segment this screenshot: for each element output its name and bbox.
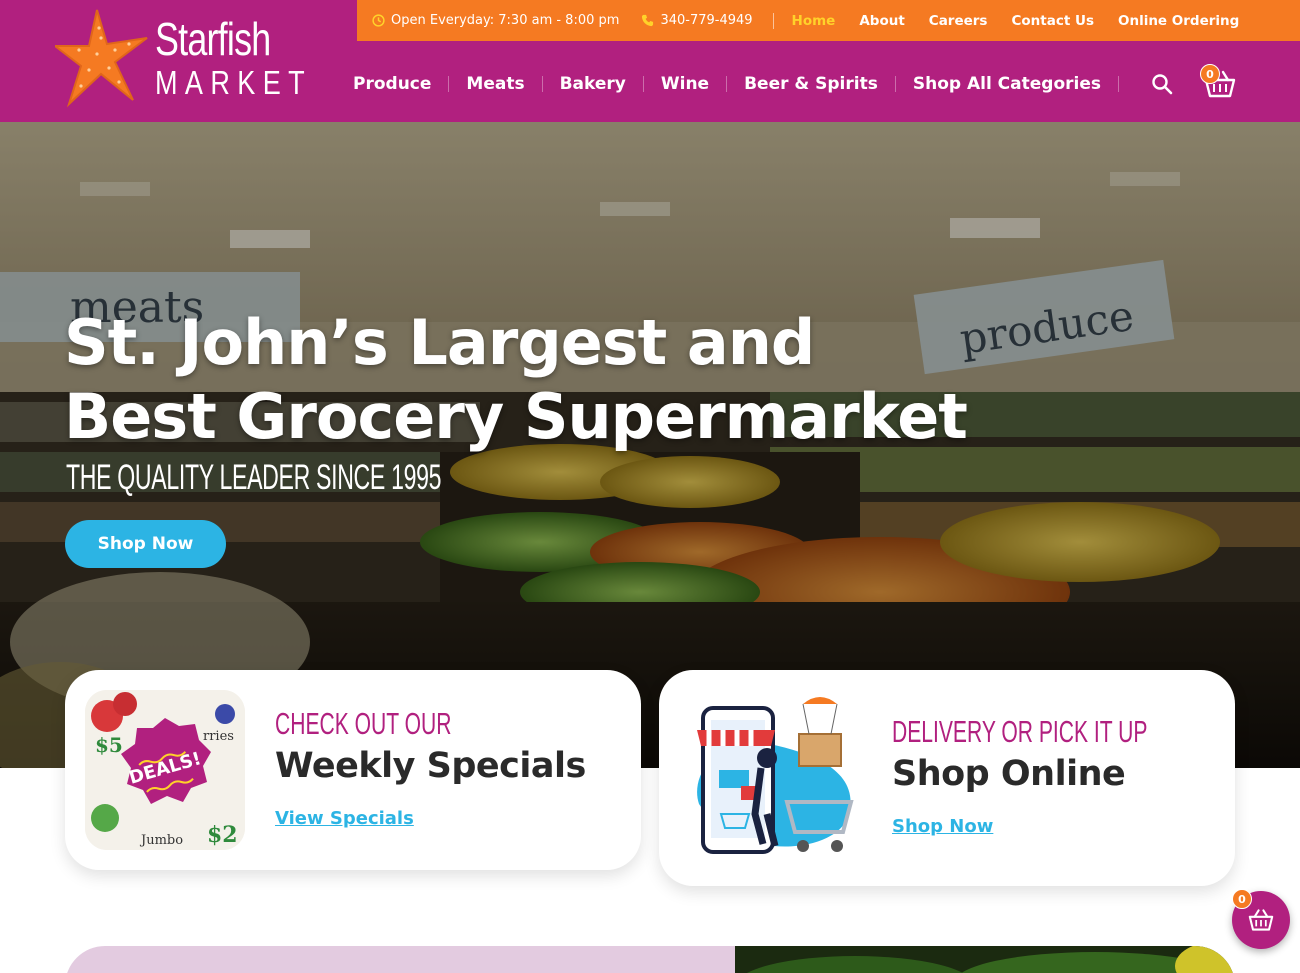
nav-beer-spirits[interactable]: Beer & Spirits xyxy=(744,74,878,94)
toplink-online-ordering[interactable]: Online Ordering xyxy=(1118,13,1239,29)
phone-text: 340-779-4949 xyxy=(660,13,753,28)
nav-divider xyxy=(541,76,543,92)
weekly-specials-card: $5 rries $2 Jumbo DEALS! CHECK OUT OUR W… xyxy=(65,670,641,870)
search-icon xyxy=(1152,74,1173,95)
toplink-about[interactable]: About xyxy=(859,13,904,29)
svg-text:rries: rries xyxy=(203,729,234,744)
next-section-panel-left xyxy=(65,946,735,973)
nav-produce[interactable]: Produce xyxy=(353,74,431,94)
hero-title: St. John’s Largest and Best Grocery Supe… xyxy=(64,306,968,454)
nav-divider xyxy=(894,76,896,92)
hero-shop-now-button[interactable]: Shop Now xyxy=(65,520,226,568)
nav-meats[interactable]: Meats xyxy=(466,74,524,94)
nav-wine[interactable]: Wine xyxy=(661,74,709,94)
cart-count-badge: 0 xyxy=(1200,64,1220,84)
floating-cart-button[interactable]: 0 xyxy=(1232,889,1290,949)
svg-text:Jumbo: Jumbo xyxy=(139,833,183,848)
header-cart-button[interactable]: 0 xyxy=(1200,64,1240,104)
site-header: Starfish MARKET Open Everyday: 7:30 am -… xyxy=(0,0,1300,122)
view-specials-link[interactable]: View Specials xyxy=(275,808,414,829)
store-phone[interactable]: 340-779-4949 xyxy=(641,13,753,28)
logo-wordmark: Starfish MARKET xyxy=(155,14,347,100)
produce-photo xyxy=(746,946,1235,973)
logo-line1: Starfish xyxy=(155,13,271,65)
floating-cart-count: 0 xyxy=(1232,889,1252,909)
svg-text:$2: $2 xyxy=(207,822,238,848)
nav-divider xyxy=(448,76,450,92)
online-kicker: DELIVERY OR PICK IT UP xyxy=(892,714,1148,749)
next-section-panel-right xyxy=(735,946,1235,973)
toplink-contact[interactable]: Contact Us xyxy=(1011,13,1094,29)
shop-now-link[interactable]: Shop Now xyxy=(892,816,993,837)
online-title: Shop Online xyxy=(892,754,1126,794)
starfish-icon xyxy=(55,9,148,108)
logo-line2: MARKET xyxy=(155,64,313,101)
phone-icon xyxy=(642,14,654,27)
shop-online-card: DELIVERY OR PICK IT UP Shop Online Shop … xyxy=(659,670,1235,886)
hero-subtitle: THE QUALITY LEADER SINCE 1995 xyxy=(66,458,442,497)
basket-icon xyxy=(1248,909,1274,931)
top-bar: Open Everyday: 7:30 am - 8:00 pm 340-779… xyxy=(357,0,1300,41)
hero-title-line2: Best Grocery Supermarket xyxy=(64,380,968,453)
specials-title: Weekly Specials xyxy=(275,746,586,786)
logo[interactable]: Starfish MARKET xyxy=(55,8,305,112)
toplink-careers[interactable]: Careers xyxy=(929,13,988,29)
svg-text:$5: $5 xyxy=(95,733,123,757)
nav-divider xyxy=(642,76,644,92)
topbar-divider xyxy=(772,12,774,29)
page: Starfish MARKET Open Everyday: 7:30 am -… xyxy=(0,0,1300,973)
hero-title-line1: St. John’s Largest and xyxy=(64,306,815,379)
main-nav: Produce Meats Bakery Wine Beer & Spirits… xyxy=(353,66,1136,102)
clock-icon xyxy=(372,14,385,27)
nav-bakery[interactable]: Bakery xyxy=(560,74,626,94)
nav-shop-all[interactable]: Shop All Categories xyxy=(913,74,1101,94)
online-shopping-illustration xyxy=(697,697,854,854)
deals-image: $5 rries $2 Jumbo DEALS! xyxy=(85,690,245,850)
deals-illustration: $5 rries $2 Jumbo DEALS! xyxy=(85,690,245,850)
hours-text: Open Everyday: 7:30 am - 8:00 pm xyxy=(391,13,620,28)
nav-divider xyxy=(1118,76,1119,92)
toplink-home[interactable]: Home xyxy=(792,13,836,29)
search-button[interactable] xyxy=(1150,72,1174,96)
specials-kicker: CHECK OUT OUR xyxy=(275,706,452,741)
store-hours: Open Everyday: 7:30 am - 8:00 pm xyxy=(372,13,619,28)
nav-divider xyxy=(726,76,728,92)
